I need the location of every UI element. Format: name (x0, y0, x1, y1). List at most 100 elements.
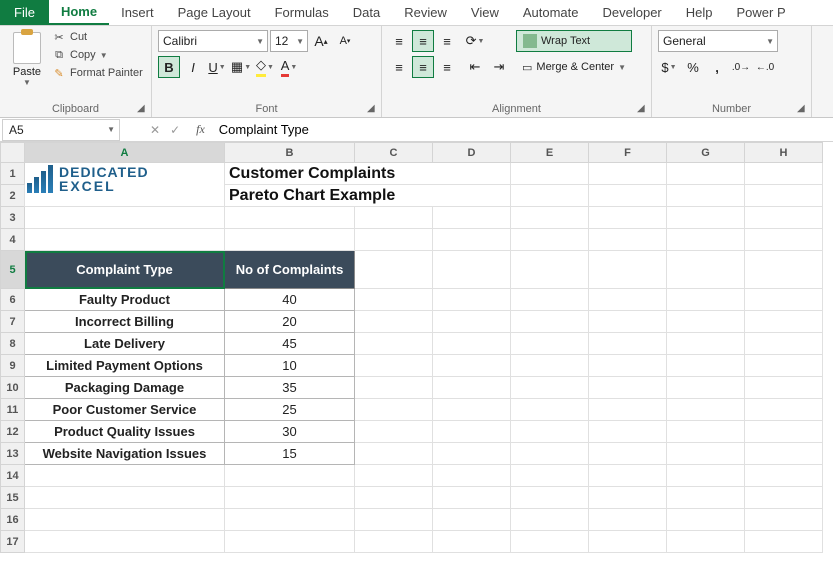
cell[interactable] (667, 421, 745, 443)
cell[interactable] (667, 185, 745, 207)
row-header[interactable]: 4 (1, 229, 25, 251)
cell[interactable] (745, 443, 823, 465)
italic-button[interactable]: I (182, 56, 204, 78)
cell[interactable] (355, 355, 433, 377)
cell[interactable] (25, 509, 225, 531)
cell[interactable] (511, 531, 589, 553)
align-top-button[interactable]: ≡ (388, 30, 410, 52)
cell[interactable] (589, 377, 667, 399)
cell[interactable] (511, 509, 589, 531)
paste-button[interactable]: Paste ▼ (6, 30, 48, 101)
cell-label[interactable]: Faulty Product (25, 289, 225, 311)
cell[interactable] (589, 185, 667, 207)
cell[interactable] (589, 531, 667, 553)
cell[interactable] (667, 229, 745, 251)
accounting-format-button[interactable]: $▼ (658, 56, 680, 78)
cell[interactable] (511, 377, 589, 399)
row-header[interactable]: 13 (1, 443, 25, 465)
cell[interactable] (589, 399, 667, 421)
font-size-combo[interactable]: 12 ▼ (270, 30, 308, 52)
cell[interactable] (225, 465, 355, 487)
col-header-b[interactable]: B (225, 143, 355, 163)
comma-format-button[interactable]: , (706, 56, 728, 78)
cell[interactable] (589, 443, 667, 465)
cell[interactable] (511, 465, 589, 487)
cell[interactable] (511, 311, 589, 333)
cell[interactable] (433, 421, 511, 443)
cell[interactable] (511, 443, 589, 465)
cell-value[interactable]: 25 (225, 399, 355, 421)
dialog-launcher-icon[interactable]: ◢ (367, 103, 379, 115)
cell[interactable] (667, 399, 745, 421)
cell[interactable] (433, 377, 511, 399)
cell[interactable] (667, 377, 745, 399)
cell[interactable] (667, 163, 745, 185)
row-header[interactable]: 9 (1, 355, 25, 377)
decrease-indent-button[interactable]: ⇤ (464, 56, 486, 78)
cell[interactable] (355, 399, 433, 421)
cell[interactable] (511, 487, 589, 509)
increase-decimal-button[interactable]: .0→ (730, 56, 752, 78)
cell[interactable] (745, 465, 823, 487)
cell-value[interactable]: 45 (225, 333, 355, 355)
cell[interactable] (745, 207, 823, 229)
cell[interactable] (745, 229, 823, 251)
merge-center-button[interactable]: ▭ Merge & Center ▼ (516, 56, 632, 78)
cell[interactable] (511, 229, 589, 251)
tab-review[interactable]: Review (392, 0, 459, 25)
cell-value[interactable]: 40 (225, 289, 355, 311)
cell[interactable] (355, 207, 433, 229)
cell[interactable] (667, 311, 745, 333)
copy-button[interactable]: ⧉ Copy ▼ (52, 48, 143, 62)
row-header[interactable]: 17 (1, 531, 25, 553)
cell-label[interactable]: Limited Payment Options (25, 355, 225, 377)
formula-input[interactable] (213, 119, 833, 141)
tab-insert[interactable]: Insert (109, 0, 166, 25)
cell[interactable] (355, 333, 433, 355)
cell[interactable] (355, 377, 433, 399)
cell[interactable] (667, 289, 745, 311)
cell[interactable] (511, 185, 589, 207)
row-header[interactable]: 12 (1, 421, 25, 443)
cell[interactable] (745, 377, 823, 399)
worksheet-grid[interactable]: A B C D E F G H 1 DEDICATED EXCEL Custom… (0, 142, 833, 553)
row-header[interactable]: 1 (1, 163, 25, 185)
tab-help[interactable]: Help (674, 0, 725, 25)
cell[interactable] (355, 229, 433, 251)
cell[interactable] (589, 487, 667, 509)
cell-value[interactable]: 20 (225, 311, 355, 333)
cell[interactable] (589, 465, 667, 487)
cell[interactable] (589, 421, 667, 443)
cell[interactable] (225, 207, 355, 229)
wrap-text-button[interactable]: Wrap Text (516, 30, 632, 52)
align-bottom-button[interactable]: ≡ (436, 30, 458, 52)
tab-file[interactable]: File (0, 0, 49, 25)
cell[interactable] (589, 333, 667, 355)
cell[interactable] (25, 229, 225, 251)
cell[interactable] (511, 207, 589, 229)
cell-label[interactable]: Product Quality Issues (25, 421, 225, 443)
tab-data[interactable]: Data (341, 0, 392, 25)
dialog-launcher-icon[interactable]: ◢ (797, 103, 809, 115)
number-format-combo[interactable]: General ▼ (658, 30, 778, 52)
cut-button[interactable]: ✂ Cut (52, 30, 143, 44)
tab-power[interactable]: Power P (725, 0, 798, 25)
cell[interactable] (745, 487, 823, 509)
name-box[interactable]: A5 ▼ (2, 119, 120, 141)
cell-header-b[interactable]: No of Complaints (225, 251, 355, 289)
cell[interactable] (25, 531, 225, 553)
tab-page-layout[interactable]: Page Layout (166, 0, 263, 25)
col-header-c[interactable]: C (355, 143, 433, 163)
font-color-button[interactable]: A▼ (278, 56, 300, 78)
cell[interactable] (433, 289, 511, 311)
cell[interactable] (433, 207, 511, 229)
cell[interactable] (355, 531, 433, 553)
percent-format-button[interactable]: % (682, 56, 704, 78)
cell[interactable] (433, 465, 511, 487)
cell[interactable] (667, 509, 745, 531)
cell[interactable] (667, 465, 745, 487)
fill-color-button[interactable]: ◇▼ (254, 56, 276, 78)
cell[interactable] (225, 229, 355, 251)
align-left-button[interactable]: ≡ (388, 56, 410, 78)
cell[interactable] (25, 487, 225, 509)
